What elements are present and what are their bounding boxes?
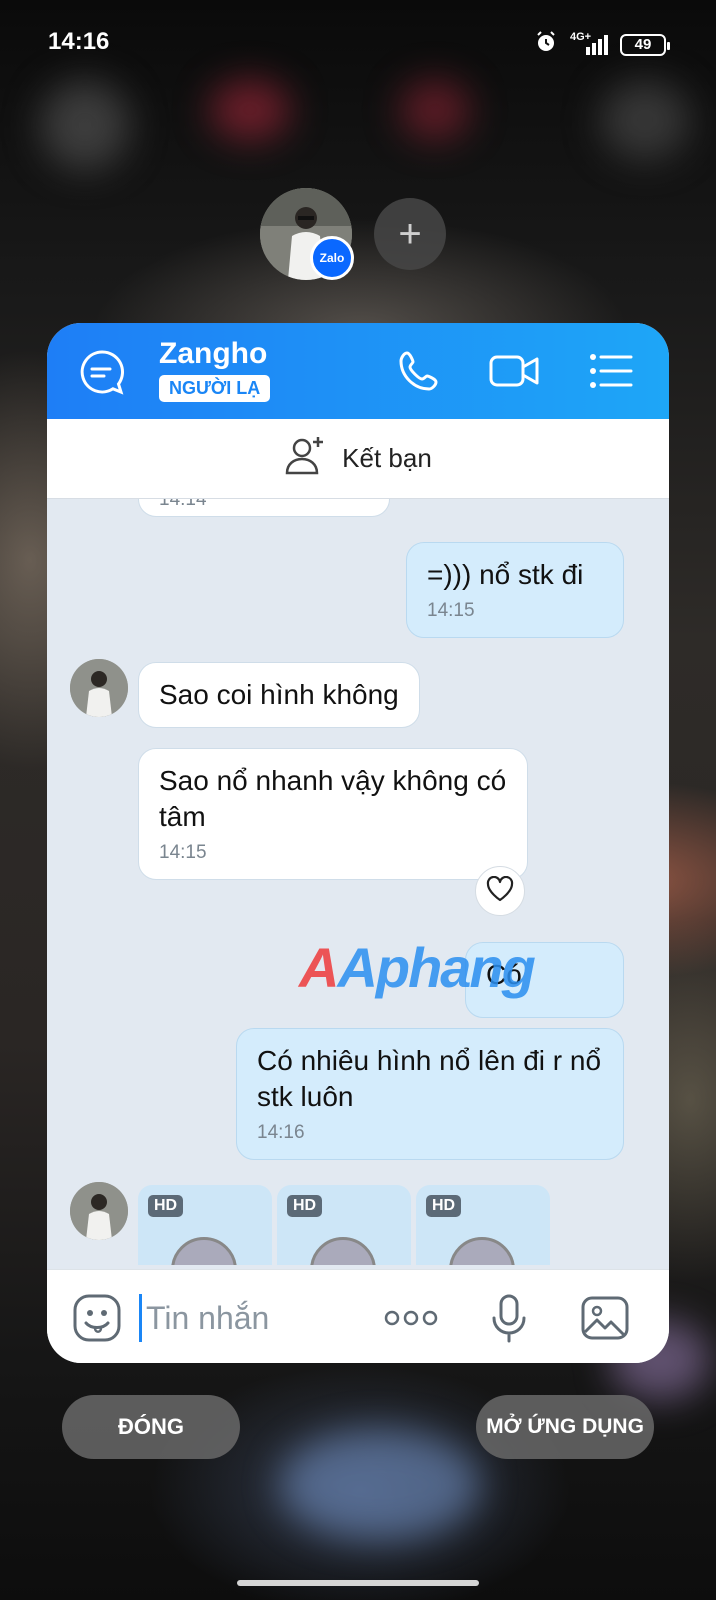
video-call-icon[interactable] bbox=[487, 345, 543, 397]
more-options-button[interactable] bbox=[381, 1292, 441, 1344]
network-type: 4G+ bbox=[570, 30, 592, 43]
add-friend-button[interactable]: Kết bạn bbox=[47, 419, 669, 499]
message-time: 14:15 bbox=[159, 842, 207, 863]
status-bar: 14:16 4G+ 49 bbox=[0, 0, 716, 84]
contact-avatar[interactable] bbox=[70, 659, 128, 717]
incoming-message[interactable]: Sao nổ nhanh vậy không có tâm 14:15 bbox=[138, 748, 528, 880]
image-thumbnail bbox=[449, 1237, 515, 1265]
battery-level: 49 bbox=[634, 36, 652, 53]
chat-list-icon[interactable] bbox=[77, 347, 127, 397]
outgoing-message[interactable]: Có nhiêu hình nổ lên đi r nổ stk luôn 14… bbox=[236, 1028, 624, 1160]
message-list[interactable]: 14:14 =))) nổ stk đi 14:15 Sao coi hình … bbox=[47, 499, 669, 1269]
open-app-button[interactable]: MỞ ỨNG DỤNG bbox=[476, 1395, 654, 1459]
zalo-app-badge: Zalo bbox=[310, 236, 354, 280]
message-input[interactable] bbox=[139, 1294, 369, 1342]
message-time: 14:14 bbox=[159, 499, 207, 510]
add-chat-head-button[interactable]: + bbox=[374, 198, 446, 270]
react-heart-button[interactable] bbox=[475, 866, 525, 916]
menu-list-icon[interactable] bbox=[585, 345, 637, 397]
message-time: 14:15 bbox=[427, 600, 475, 621]
hd-badge: HD bbox=[148, 1195, 184, 1217]
contact-name[interactable]: Zangho bbox=[159, 337, 267, 371]
chat-heads-row: Zalo + bbox=[0, 188, 716, 284]
home-indicator[interactable] bbox=[237, 1580, 479, 1586]
add-friend-icon bbox=[284, 433, 328, 484]
message-text: Sao coi hình không bbox=[159, 679, 399, 710]
status-time: 14:16 bbox=[48, 28, 110, 55]
incoming-message[interactable]: Sao coi hình không bbox=[138, 662, 420, 728]
image-message[interactable]: HD bbox=[277, 1185, 411, 1265]
message-time: 14:16 bbox=[257, 1122, 305, 1143]
microphone-icon[interactable] bbox=[483, 1292, 535, 1344]
alarm-icon bbox=[534, 30, 558, 59]
message-text: Có nhiêu hình nổ lên đi r nổ stk luôn bbox=[257, 1045, 602, 1112]
signal-icon: 4G+ bbox=[570, 31, 608, 55]
image-message[interactable]: HD bbox=[138, 1185, 272, 1265]
incoming-message[interactable]: 14:14 bbox=[138, 499, 390, 517]
chat-bubble-window: Zangho NGƯỜI LẠ Kết bạn 14:14 =))) nổ st… bbox=[47, 323, 669, 1363]
image-picker-icon[interactable] bbox=[579, 1292, 631, 1344]
status-icons: 4G+ 49 bbox=[534, 30, 670, 59]
phone-icon[interactable] bbox=[393, 345, 445, 397]
hd-badge: HD bbox=[287, 1195, 323, 1217]
battery-icon: 49 bbox=[620, 33, 670, 56]
message-text: =))) nổ stk đi bbox=[427, 559, 584, 590]
sticker-icon[interactable] bbox=[71, 1292, 123, 1344]
hd-badge: HD bbox=[426, 1195, 462, 1217]
image-thumbnail bbox=[310, 1237, 376, 1265]
close-button[interactable]: ĐÓNG bbox=[62, 1395, 240, 1459]
stranger-badge: NGƯỜI LẠ bbox=[159, 375, 271, 402]
image-message[interactable]: HD bbox=[416, 1185, 550, 1265]
watermark-logo: AAphang bbox=[299, 936, 536, 999]
more-dots-icon bbox=[384, 1310, 438, 1326]
add-friend-label: Kết bạn bbox=[342, 443, 432, 473]
heart-icon bbox=[486, 875, 514, 907]
image-thumbnail bbox=[171, 1237, 237, 1265]
chat-header: Zangho NGƯỜI LẠ bbox=[47, 323, 669, 419]
contact-avatar[interactable] bbox=[70, 1182, 128, 1240]
outgoing-message[interactable]: =))) nổ stk đi 14:15 bbox=[406, 542, 624, 638]
message-composer bbox=[47, 1269, 669, 1363]
message-text: Sao nổ nhanh vậy không có tâm bbox=[159, 765, 507, 832]
